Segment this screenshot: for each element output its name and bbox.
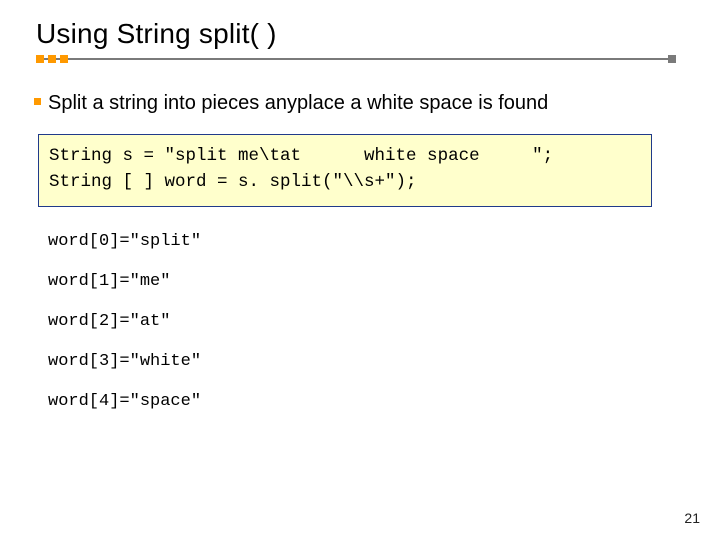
- code-box: String s = "split me\tat white space "; …: [38, 134, 652, 207]
- result-item: word[2]="at": [48, 305, 686, 339]
- result-item: word[1]="me": [48, 265, 686, 299]
- page-number: 21: [684, 510, 700, 526]
- bullet-icon: [34, 98, 41, 105]
- result-item: word[4]="space": [48, 385, 686, 419]
- slide: Using String split( ) Split a string int…: [0, 0, 720, 540]
- lead-text-content: Split a string into pieces anyplace a wh…: [48, 92, 548, 114]
- title-block: Using String split( ): [0, 0, 720, 62]
- lead-text: Split a string into pieces anyplace a wh…: [48, 90, 686, 116]
- title-underline: [36, 56, 676, 62]
- slide-title: Using String split( ): [36, 18, 720, 50]
- decor-square-icon: [36, 55, 44, 63]
- title-rule: [36, 58, 676, 60]
- decor-square-icon: [60, 55, 68, 63]
- code-line: String s = "split me\tat white space ";: [49, 143, 641, 169]
- result-item: word[0]="split": [48, 225, 686, 259]
- decor-square-icon: [48, 55, 56, 63]
- result-item: word[3]="white": [48, 345, 686, 379]
- code-line: String [ ] word = s. split("\\s+");: [49, 169, 641, 195]
- slide-body: Split a string into pieces anyplace a wh…: [0, 62, 720, 419]
- decor-square-end-icon: [668, 55, 676, 63]
- results-list: word[0]="split" word[1]="me" word[2]="at…: [48, 225, 686, 419]
